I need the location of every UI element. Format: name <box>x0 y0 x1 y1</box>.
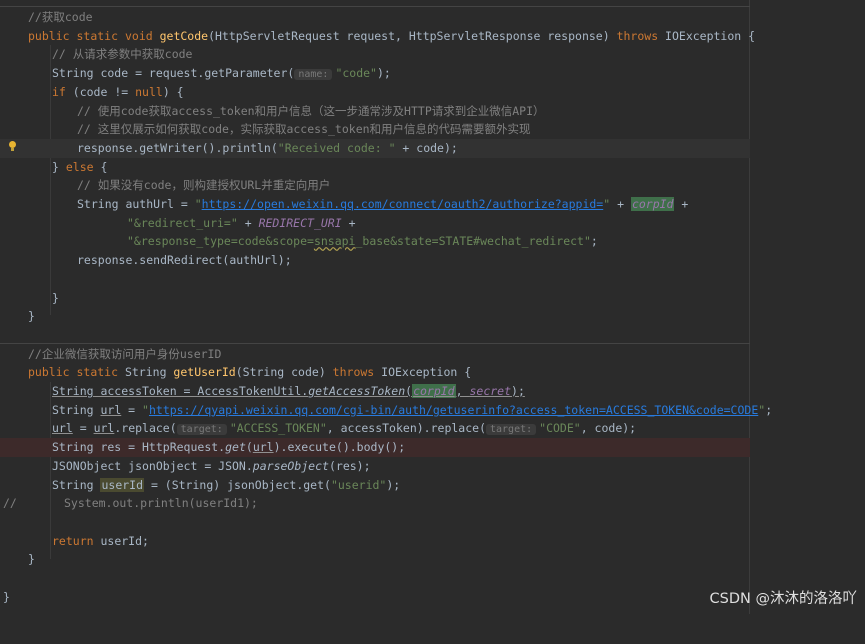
code-line[interactable]: // 这里仅展示如何获取code，实际获取access_token和用户信息的代… <box>0 120 750 139</box>
code-line[interactable]: "&response_type=code&scope=snsapi_base&s… <box>0 232 750 251</box>
statement: String userId = (String) jsonObject.get(… <box>52 477 401 492</box>
statement: "&redirect_uri=" + REDIRECT_URI + <box>127 215 356 230</box>
statement: response.sendRedirect(authUrl); <box>77 253 292 268</box>
method-signature: public static String getUserId(String co… <box>28 365 472 380</box>
field-reference: corpId <box>412 384 456 398</box>
code-line[interactable]: //获取code <box>0 8 750 27</box>
code-line[interactable]: public static String getUserId(String co… <box>0 363 750 382</box>
url-link: https://open.weixin.qq.com/connect/oauth… <box>201 197 604 211</box>
closing-brace: } <box>28 309 35 324</box>
code-line[interactable]: } <box>0 588 750 607</box>
code-line[interactable]: String accessToken = AccessTokenUtil.get… <box>0 382 750 401</box>
closing-brace: } <box>52 290 59 305</box>
code-line[interactable]: // 如果没有code，则构建授权URL并重定向用户 <box>0 176 750 195</box>
parameter-hint: target: <box>176 424 227 436</box>
comment: // 这里仅展示如何获取code，实际获取access_token和用户信息的代… <box>77 122 531 137</box>
code-line[interactable]: JSONObject jsonObject = JSON.parseObject… <box>0 457 750 476</box>
code-line[interactable]: return userId; <box>0 532 750 551</box>
code-line[interactable]: response.sendRedirect(authUrl); <box>0 251 750 270</box>
comment: // 如果没有code，则构建授权URL并重定向用户 <box>77 178 331 193</box>
line-comment-marker: // <box>3 496 17 511</box>
code-line[interactable]: String userId = (String) jsonObject.get(… <box>0 476 750 495</box>
code-editor[interactable]: //获取code public static void getCode(Http… <box>0 0 865 614</box>
method-separator <box>0 6 750 7</box>
statement: response.getWriter().println("Received c… <box>77 140 458 155</box>
code-line[interactable]: } <box>0 550 750 569</box>
code-line[interactable]: String authUrl = "https://open.weixin.qq… <box>0 195 750 214</box>
field-reference: REDIRECT_URI <box>258 215 342 230</box>
watermark: CSDN @沐沐的洛洛吖 <box>709 591 857 607</box>
comment: // 从请求参数中获取code <box>52 47 193 62</box>
code-line[interactable]: if (code != null) { <box>0 83 750 102</box>
statement: "&response_type=code&scope=snsapi_base&s… <box>127 234 598 249</box>
method-signature: public static void getCode(HttpServletRe… <box>28 28 756 43</box>
commented-code: System.out.println(userId1); <box>64 496 258 511</box>
code-line[interactable]: String code = request.getParameter(name:… <box>0 64 750 83</box>
code-line-current[interactable]: response.getWriter().println("Received c… <box>0 138 750 158</box>
statement: String res = HttpRequest.get(url).execut… <box>52 440 406 455</box>
statement: String code = request.getParameter(name:… <box>52 66 391 81</box>
statement: if (code != null) { <box>52 84 184 99</box>
method-name: getCode <box>159 28 209 43</box>
code-line[interactable]: // System.out.println(userId1); <box>0 494 750 513</box>
lightbulb-icon[interactable] <box>8 141 17 152</box>
statement: return userId; <box>52 533 149 548</box>
code-line[interactable]: "&redirect_uri=" + REDIRECT_URI + <box>0 214 750 233</box>
statement: String authUrl = "https://open.weixin.qq… <box>77 197 689 211</box>
comment: //获取code <box>28 10 93 24</box>
statement: url = url.replace(target: "ACCESS_TOKEN",… <box>52 421 637 436</box>
code-line[interactable]: } <box>0 289 750 308</box>
code-line[interactable]: // 使用code获取access_token和用户信息（这一步通常涉及HTTP… <box>0 102 750 121</box>
statement: JSONObject jsonObject = JSON.parseObject… <box>52 458 371 473</box>
code-line[interactable]: String url = "https://qyapi.weixin.qq.co… <box>0 401 772 420</box>
code-line[interactable]: } else { <box>0 158 750 177</box>
code-line[interactable]: } <box>0 307 750 326</box>
method-name: getUserId <box>173 365 236 380</box>
field-reference: corpId <box>630 197 675 211</box>
closing-brace: } <box>3 589 10 604</box>
parameter-hint: target: <box>486 424 537 436</box>
code-line[interactable]: public static void getCode(HttpServletRe… <box>0 27 755 46</box>
code-line-error[interactable]: String res = HttpRequest.get(url).execut… <box>0 438 750 457</box>
code-line[interactable]: // 从请求参数中获取code <box>0 45 750 64</box>
url-link: https://qyapi.weixin.qq.com/cgi-bin/auth… <box>148 402 759 417</box>
statement: } else { <box>52 159 108 174</box>
code-line[interactable]: url = url.replace(target: "ACCESS_TOKEN",… <box>0 419 750 438</box>
comment: // 使用code获取access_token和用户信息（这一步通常涉及HTTP… <box>77 103 545 118</box>
statement: String accessToken = AccessTokenUtil.get… <box>52 384 525 398</box>
statement: String url = "https://qyapi.weixin.qq.co… <box>52 402 773 417</box>
code-line[interactable]: //企业微信获取访问用户身份userID <box>0 345 750 364</box>
comment: //企业微信获取访问用户身份userID <box>28 346 222 361</box>
parameter-hint: name: <box>294 69 333 81</box>
closing-brace: } <box>28 552 35 567</box>
field-reference: secret <box>469 384 512 398</box>
